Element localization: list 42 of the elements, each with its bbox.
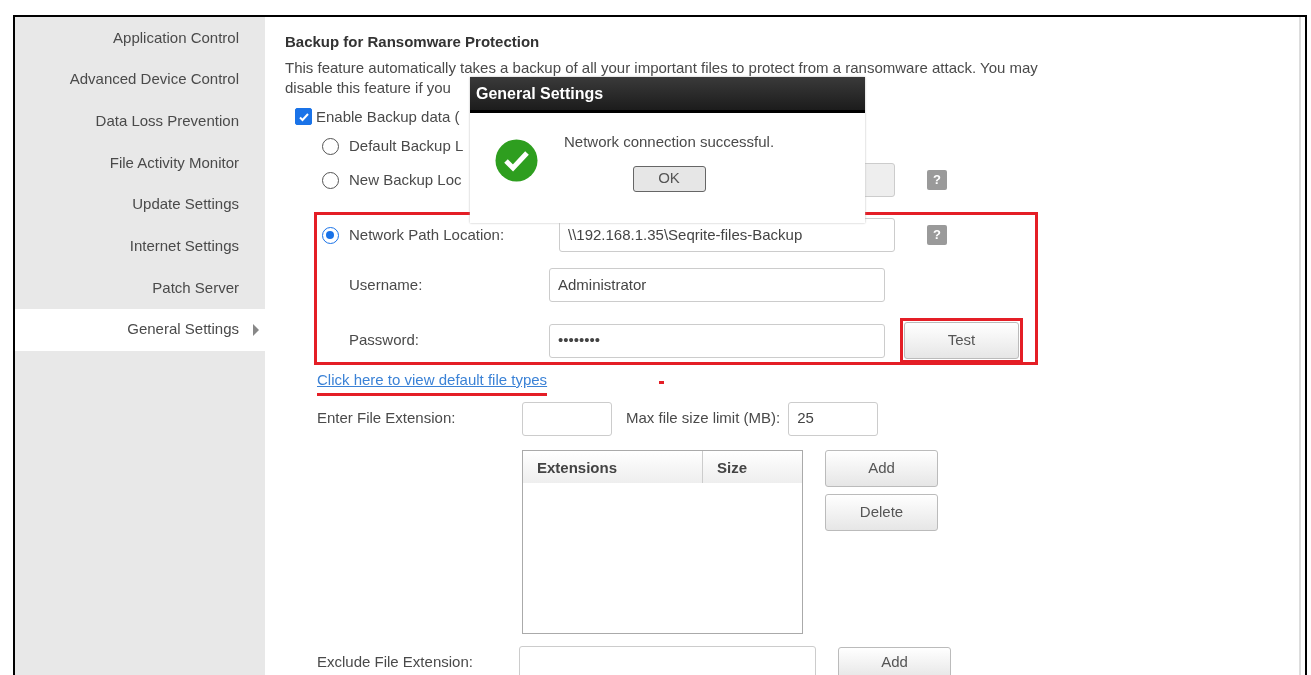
radio-button[interactable] [322, 171, 339, 189]
radio-label: Network Path Location: [349, 224, 506, 245]
input-field[interactable]: 25 [788, 401, 879, 436]
username-field[interactable]: Administrator [549, 268, 885, 302]
input-field[interactable] [519, 645, 816, 675]
sidebar-item[interactable]: File Activity Monitor [15, 142, 265, 184]
input-field[interactable] [522, 401, 612, 436]
dialog-message: Network connection successful. [564, 132, 775, 152]
description-text: This feature automatically takes a backup of all your important files to protect from a ransomware attack. You may [285, 57, 1038, 78]
table-button[interactable]: Delete [825, 493, 938, 531]
sidebar-item[interactable]: Patch Server [15, 267, 265, 309]
field-label: Max file size limit (MB): [626, 408, 781, 429]
sidebar-item[interactable]: General Settings [15, 308, 265, 351]
sidebar-item[interactable]: Application Control [15, 17, 265, 59]
table-button[interactable]: Add [825, 449, 938, 487]
checkbox[interactable] [295, 108, 312, 126]
field-label: Username: [348, 274, 424, 295]
column-header: Extensions [523, 450, 703, 483]
test-button[interactable]: Test [904, 322, 1019, 359]
radio-button[interactable] [322, 137, 339, 155]
description-text: disable this feature if you [285, 77, 451, 98]
ok-button[interactable]: OK [632, 165, 706, 192]
radio-label: New Backup Loc [349, 169, 463, 190]
radio-label: Default Backup L [349, 135, 465, 156]
link[interactable]: Click here to view default file types [317, 369, 548, 396]
caret-icon [253, 323, 259, 336]
field-label: Enter File Extension: [317, 408, 457, 429]
dialog-title: General Settings [470, 77, 865, 113]
section-title: Backup for Ransomware Protection [285, 32, 541, 52]
sidebar-item[interactable]: Data Loss Prevention [15, 100, 265, 143]
column-header: Size [716, 457, 748, 478]
sidebar-item[interactable]: Internet Settings [15, 225, 265, 268]
radio-button[interactable] [322, 226, 339, 244]
success-icon [495, 139, 538, 182]
password-field[interactable]: •••••••• [549, 323, 885, 358]
field-label: Exclude File Extension: [317, 652, 474, 673]
annotation-mark [659, 380, 665, 384]
sidebar-item[interactable]: Update Settings [15, 183, 265, 226]
sidebar-item[interactable]: Advanced Device Control [15, 58, 265, 101]
add-button[interactable]: Add [838, 646, 951, 675]
checkbox-label: Enable Backup data ( [316, 106, 460, 127]
field-label: Password: [348, 330, 421, 351]
